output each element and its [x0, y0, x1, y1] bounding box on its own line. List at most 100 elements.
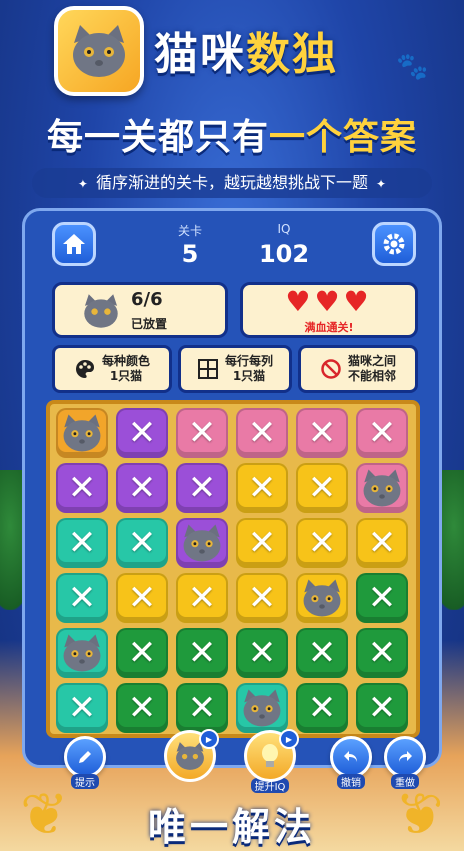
cat-icon	[243, 689, 281, 727]
home-icon	[63, 234, 85, 254]
placed-count: 6/6	[131, 289, 163, 310]
grid-icon	[197, 359, 218, 379]
cat-icon	[63, 634, 101, 672]
cross-icon: ✕	[67, 523, 97, 563]
cross-icon: ✕	[307, 688, 337, 728]
cross-icon: ✕	[187, 688, 217, 728]
hearts-label: 满血通关!	[304, 321, 354, 334]
rule-no-adjacent-text: 猫咪之间 不能相邻	[348, 354, 396, 384]
grid-cell-crossed[interactable]: ✕	[236, 573, 288, 623]
cat-icon	[63, 414, 101, 452]
grid-cell-crossed[interactable]: ✕	[176, 573, 228, 623]
heart-icon: ♥	[285, 285, 315, 318]
app-title-part2: 数独	[246, 29, 338, 80]
grid-cell-crossed[interactable]: ✕	[176, 628, 228, 678]
iq-label: IQ	[277, 222, 291, 236]
grid-cell-crossed[interactable]: ✕	[176, 463, 228, 513]
cat-icon	[84, 294, 118, 328]
grid-cell-crossed[interactable]: ✕	[296, 408, 348, 458]
grid-cell-crossed[interactable]: ✕	[356, 408, 408, 458]
placed-card: 6/6 已放置	[52, 282, 228, 338]
grid-cell-crossed[interactable]: ✕	[236, 628, 288, 678]
grid-cell-crossed[interactable]: ✕	[296, 628, 348, 678]
grid-cell-crossed[interactable]: ✕	[56, 518, 108, 568]
hearts-row: ♥♥♥	[243, 287, 415, 317]
headline: 每一关都只有一个答案	[0, 108, 464, 160]
cross-icon: ✕	[307, 523, 337, 563]
grid-cell-crossed[interactable]: ✕	[296, 683, 348, 733]
rule-line: 每行每列	[224, 354, 273, 368]
grid-cell-crossed[interactable]: ✕	[236, 518, 288, 568]
grid-cell-crossed[interactable]: ✕	[236, 463, 288, 513]
cross-icon: ✕	[67, 468, 97, 508]
grid-cell-crossed[interactable]: ✕	[116, 463, 168, 513]
grid-cell-cat[interactable]	[296, 573, 348, 623]
grid-cell-crossed[interactable]: ✕	[116, 518, 168, 568]
cross-icon: ✕	[307, 413, 337, 453]
cat-powerup-icon: ▶	[164, 729, 219, 782]
no-entry-icon	[321, 359, 341, 379]
cross-icon: ✕	[367, 413, 397, 453]
subtitle-banner: ✦ 循序渐进的关卡，越玩越想挑战下一题 ✦	[32, 168, 432, 198]
cross-icon: ✕	[367, 578, 397, 618]
cross-icon: ✕	[187, 578, 217, 618]
grid-cell-cat[interactable]	[236, 683, 288, 733]
rule-color-text: 每种颜色 1只猫	[102, 354, 150, 384]
home-button[interactable]	[52, 222, 96, 266]
cross-icon: ✕	[67, 578, 97, 618]
app-title: 猫咪数独	[154, 18, 338, 82]
cat-powerup-button[interactable]: ▶	[164, 729, 219, 782]
paw-icon: 🐾	[396, 52, 429, 82]
grid-cell-cat[interactable]	[56, 628, 108, 678]
grid-cell-crossed[interactable]: ✕	[236, 408, 288, 458]
grid-cell-crossed[interactable]: ✕	[176, 683, 228, 733]
settings-button[interactable]	[372, 222, 416, 266]
grid-cell-crossed[interactable]: ✕	[356, 683, 408, 733]
grid-cell-crossed[interactable]: ✕	[296, 463, 348, 513]
grid-cell-cat[interactable]	[56, 408, 108, 458]
boost-iq-button[interactable]: ▶ 提升IQ	[244, 729, 299, 793]
cross-icon: ✕	[367, 688, 397, 728]
lightbulb-icon: ▶	[244, 729, 299, 782]
headline-part2: 一个答案	[269, 117, 418, 158]
grid-cell-crossed[interactable]: ✕	[56, 683, 108, 733]
grid-cell-cat[interactable]	[176, 518, 228, 568]
undo-button[interactable]: 撤销	[330, 736, 372, 789]
grid-cell-crossed[interactable]: ✕	[116, 408, 168, 458]
level-value: 5	[181, 240, 199, 268]
cross-icon: ✕	[307, 633, 337, 673]
hint-label: 提示	[71, 774, 99, 789]
grid-cell-crossed[interactable]: ✕	[356, 628, 408, 678]
grid-cell-crossed[interactable]: ✕	[116, 573, 168, 623]
grid-cell-crossed[interactable]: ✕	[176, 408, 228, 458]
app-icon	[54, 6, 144, 96]
cross-icon: ✕	[187, 633, 217, 673]
puzzle-grid: ✕ ✕ ✕ ✕ ✕ ✕ ✕ ✕ ✕ ✕ ✕ ✕ ✕ ✕ ✕ ✕ ✕ ✕ ✕ ✕ ✕ ✕ ✕ ✕ ✕ ✕ ✕ ✕ ✕ ✕	[46, 400, 420, 738]
cross-icon: ✕	[307, 468, 337, 508]
grid-cell-crossed[interactable]: ✕	[296, 518, 348, 568]
level-label: 关卡	[177, 224, 202, 238]
grid-cell-crossed[interactable]: ✕	[116, 683, 168, 733]
cross-icon: ✕	[247, 468, 277, 508]
hearts-card: ♥♥♥ 满血通关!	[240, 282, 418, 338]
cross-icon: ✕	[367, 523, 397, 563]
cross-icon: ✕	[247, 413, 277, 453]
rule-row-column: 每行每列 1只猫	[178, 345, 292, 393]
grid-cell-crossed[interactable]: ✕	[56, 573, 108, 623]
iq-value: 102	[258, 240, 310, 268]
app-title-part1: 猫咪	[154, 29, 246, 80]
cross-icon: ✕	[247, 633, 277, 673]
cross-icon: ✕	[247, 578, 277, 618]
grid-cell-crossed[interactable]: ✕	[116, 628, 168, 678]
cross-icon: ✕	[187, 413, 217, 453]
grid-cell-crossed[interactable]: ✕	[356, 518, 408, 568]
grid-cell-crossed[interactable]: ✕	[56, 463, 108, 513]
sparkle-icon: ✦	[376, 177, 387, 191]
hint-button[interactable]: 提示	[64, 736, 106, 789]
grid-cell-crossed[interactable]: ✕	[356, 573, 408, 623]
cross-icon: ✕	[127, 413, 157, 453]
rule-row-column-text: 每行每列 1只猫	[225, 354, 273, 384]
grid-cell-cat[interactable]	[356, 463, 408, 513]
cross-icon: ✕	[127, 633, 157, 673]
sparkle-icon: ✦	[77, 177, 88, 191]
